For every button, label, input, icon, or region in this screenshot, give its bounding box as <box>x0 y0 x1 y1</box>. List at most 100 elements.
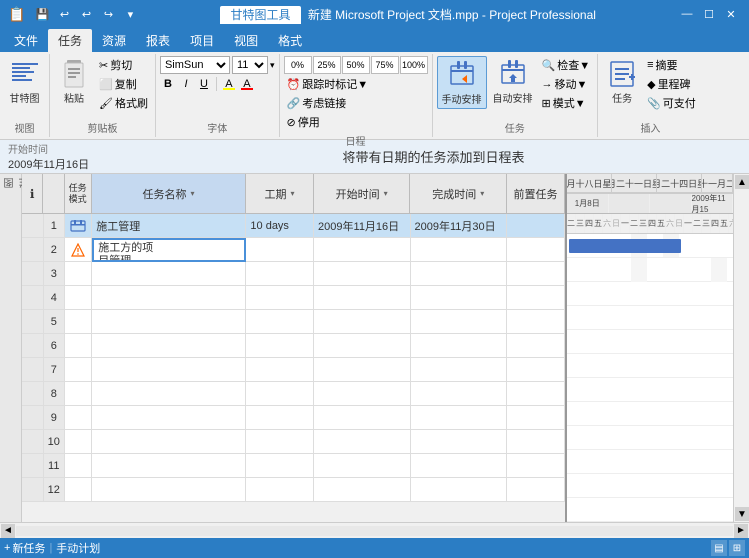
deliverable-btn[interactable]: 📎 可支付 <box>644 94 699 112</box>
minimize-btn[interactable]: — <box>677 5 697 23</box>
table-row[interactable]: 10 <box>22 430 565 454</box>
row3-dur[interactable] <box>246 262 314 285</box>
gantt-view-btn[interactable]: 甘特图 <box>5 56 45 107</box>
row8-dur[interactable] <box>246 382 314 405</box>
row1-finish-cell[interactable]: 2009年11月30日 <box>411 214 507 237</box>
manual-plan-btn[interactable]: 手动计划 <box>56 540 100 556</box>
row2-duration-cell[interactable] <box>246 238 314 261</box>
col-header-finish[interactable]: 完成时间 ▾ <box>410 174 507 213</box>
row7-finish[interactable] <box>411 358 507 381</box>
qa-dropdown-btn[interactable]: ▾ <box>121 5 139 23</box>
row5-pred[interactable] <box>507 310 565 333</box>
save-qa-btn[interactable]: 💾 <box>33 5 51 23</box>
row7-name[interactable] <box>92 358 246 381</box>
row8-start[interactable] <box>314 382 410 405</box>
row8-finish[interactable] <box>411 382 507 405</box>
row4-name[interactable] <box>92 286 246 309</box>
italic-btn[interactable]: I <box>178 76 194 92</box>
row6-name[interactable] <box>92 334 246 357</box>
row10-name[interactable] <box>92 430 246 453</box>
row5-name[interactable] <box>92 310 246 333</box>
row12-finish[interactable] <box>411 478 507 501</box>
tab-view[interactable]: 视图 <box>224 29 268 52</box>
col-header-duration[interactable]: 工期 ▾ <box>246 174 314 213</box>
row12-name[interactable] <box>92 478 246 501</box>
row9-finish[interactable] <box>411 406 507 429</box>
row7-dur[interactable] <box>246 358 314 381</box>
mode-btn[interactable]: ⊞ 模式▼ <box>539 94 594 112</box>
row8-name[interactable] <box>92 382 246 405</box>
row9-start[interactable] <box>314 406 410 429</box>
table-row[interactable]: 8 <box>22 382 565 406</box>
tab-resource[interactable]: 资源 <box>92 29 136 52</box>
vertical-scrollbar[interactable]: ▲ ▼ <box>733 174 749 522</box>
row6-pred[interactable] <box>507 334 565 357</box>
paste-btn[interactable]: 粘贴 <box>54 56 94 107</box>
hscroll-track[interactable] <box>16 526 733 536</box>
scroll-left-btn[interactable]: ◄ <box>1 524 15 538</box>
row3-finish[interactable] <box>411 262 507 285</box>
milestone-btn[interactable]: ◆ 里程碑 <box>644 75 699 93</box>
row2-pred-cell[interactable] <box>507 238 565 261</box>
format-painter-btn[interactable]: 🖌 格式刷 <box>96 94 151 112</box>
row11-start[interactable] <box>314 454 410 477</box>
row9-dur[interactable] <box>246 406 314 429</box>
row5-finish[interactable] <box>411 310 507 333</box>
table-row[interactable]: 7 <box>22 358 565 382</box>
row4-finish[interactable] <box>411 286 507 309</box>
manual-schedule-btn[interactable]: 手动安排 <box>437 56 487 109</box>
scroll-down-btn[interactable]: ▼ <box>735 507 749 521</box>
pct-75-btn[interactable]: 75% <box>371 56 399 74</box>
row5-start[interactable] <box>314 310 410 333</box>
disable-btn[interactable]: ⊘ 停用 <box>284 113 428 131</box>
row3-pred[interactable] <box>507 262 565 285</box>
gantt-bar-1[interactable] <box>569 239 681 253</box>
scroll-track[interactable] <box>734 190 749 506</box>
col-header-start[interactable]: 开始时间 ▾ <box>314 174 411 213</box>
status-icon-1[interactable]: ▤ <box>711 540 727 556</box>
pct-25-btn[interactable]: 25% <box>313 56 341 74</box>
row1-name-cell[interactable]: 施工管理 <box>92 214 246 237</box>
row10-pred[interactable] <box>507 430 565 453</box>
row12-pred[interactable] <box>507 478 565 501</box>
summary-btn[interactable]: ≡ 摘要 <box>644 56 699 74</box>
row8-pred[interactable] <box>507 382 565 405</box>
table-row[interactable]: 2 施工方的项目管理 <box>22 238 565 262</box>
table-row[interactable]: 9 <box>22 406 565 430</box>
bold-btn[interactable]: B <box>160 76 176 92</box>
row10-dur[interactable] <box>246 430 314 453</box>
auto-schedule-btn[interactable]: 自动安排 <box>489 56 537 107</box>
row9-name[interactable] <box>92 406 246 429</box>
check-btn[interactable]: 🔍 检查▼ <box>539 56 594 74</box>
copy-btn[interactable]: ⬜ 复制 <box>96 75 151 93</box>
row11-dur[interactable] <box>246 454 314 477</box>
table-row[interactable]: 6 <box>22 334 565 358</box>
move-btn[interactable]: → 移动▼ <box>539 75 594 93</box>
pct-100-btn[interactable]: 100% <box>400 56 428 74</box>
row4-pred[interactable] <box>507 286 565 309</box>
maximize-btn[interactable]: ☐ <box>699 5 719 23</box>
table-row[interactable]: 3 <box>22 262 565 286</box>
row3-start[interactable] <box>314 262 410 285</box>
close-btn[interactable]: ✕ <box>721 5 741 23</box>
row6-start[interactable] <box>314 334 410 357</box>
consider-links-btn[interactable]: 🔗 考虑链接 <box>284 94 428 112</box>
row5-dur[interactable] <box>246 310 314 333</box>
new-task-btn[interactable]: + 新任务 <box>4 540 45 556</box>
font-name-select[interactable]: SimSun <box>160 56 230 74</box>
table-row[interactable]: 12 <box>22 478 565 502</box>
table-row[interactable]: 11 <box>22 454 565 478</box>
row6-dur[interactable] <box>246 334 314 357</box>
row1-start-cell[interactable]: 2009年11月16日 <box>314 214 410 237</box>
table-row[interactable]: 1 施工管理 10 days 2009年11月16日 2009年11月30日 <box>22 214 565 238</box>
row6-finish[interactable] <box>411 334 507 357</box>
redo-qa-btn[interactable]: ↪ <box>99 5 117 23</box>
row1-pred-cell[interactable] <box>507 214 565 237</box>
tab-report[interactable]: 报表 <box>136 29 180 52</box>
scroll-up-btn[interactable]: ▲ <box>735 175 749 189</box>
row10-start[interactable] <box>314 430 410 453</box>
track-mark-btn[interactable]: ⏰ 跟踪时标记▼ <box>284 75 428 93</box>
pct-50-btn[interactable]: 50% <box>342 56 370 74</box>
row11-name[interactable] <box>92 454 246 477</box>
row12-dur[interactable] <box>246 478 314 501</box>
